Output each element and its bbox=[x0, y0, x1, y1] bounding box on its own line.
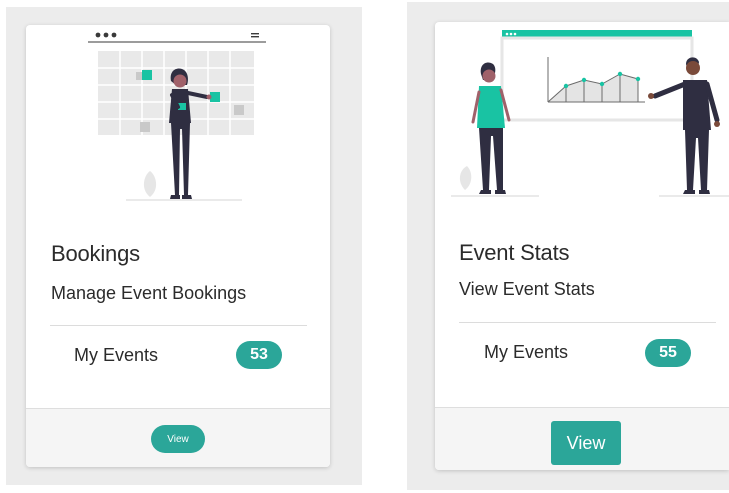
window-dots-icon bbox=[505, 32, 517, 36]
my-events-label: My Events bbox=[484, 342, 569, 362]
events-count-badge: 55 bbox=[645, 339, 691, 367]
card-divider bbox=[459, 322, 716, 323]
card-subtitle: Manage Event Bookings bbox=[51, 283, 247, 303]
window-dots-icon bbox=[95, 32, 117, 38]
events-count-badge: 53 bbox=[236, 341, 282, 369]
my-events-label: My Events bbox=[74, 345, 159, 365]
card-footer: View bbox=[435, 407, 729, 470]
people-presenting-chart-illustration bbox=[451, 30, 729, 197]
person-with-calendar-illustration bbox=[88, 32, 266, 201]
view-button[interactable]: View bbox=[151, 425, 205, 453]
event-stats-card: Event Stats View Event Stats My Events 5… bbox=[435, 22, 729, 470]
view-button[interactable]: View bbox=[551, 421, 621, 465]
card-title: Event Stats bbox=[459, 240, 570, 265]
card-footer: View bbox=[26, 408, 330, 467]
bookings-card: Bookings Manage Event Bookings My Events… bbox=[26, 25, 330, 467]
card-divider bbox=[50, 325, 307, 326]
card-title: Bookings bbox=[51, 241, 140, 266]
card-subtitle: View Event Stats bbox=[459, 279, 595, 299]
menu-icon bbox=[251, 33, 259, 38]
